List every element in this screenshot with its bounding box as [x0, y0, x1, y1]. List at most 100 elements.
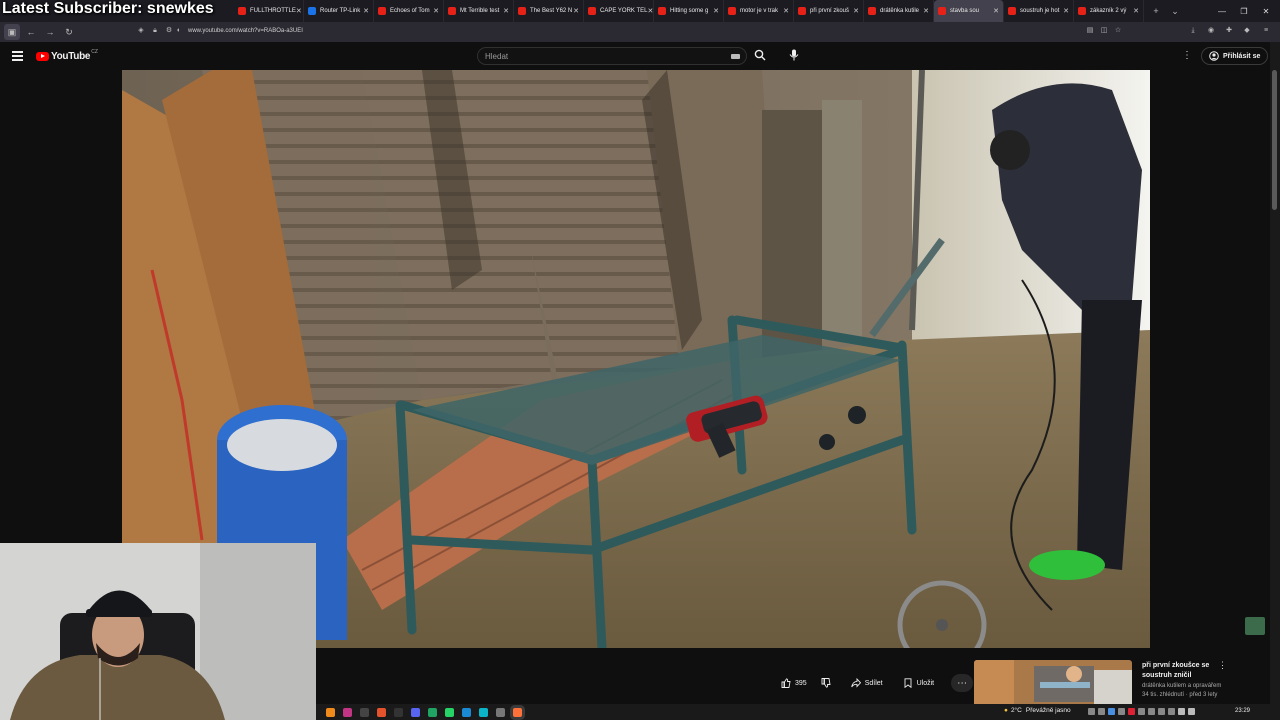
forward-icon[interactable]: →	[42, 24, 58, 40]
recommended-channel[interactable]: drátěnka kutilem a opravářem	[1142, 683, 1221, 689]
share-button[interactable]: Sdílet	[844, 674, 890, 692]
keyboard-icon[interactable]	[731, 54, 740, 59]
taskbar-app-icon[interactable]	[428, 707, 437, 717]
tray-icon[interactable]	[1168, 708, 1175, 715]
recommended-title[interactable]: při první zkoušce se soustruh zničil	[1142, 661, 1222, 681]
taskbar-app-icon[interactable]	[445, 707, 454, 717]
tab-4[interactable]: The Best Y62 N ✕	[514, 0, 584, 22]
recommended-meta: 34 tis. zhlédnutí · před 3 lety	[1142, 692, 1218, 698]
tab-close-icon[interactable]: ✕	[503, 7, 509, 15]
tab-1[interactable]: Router TP-Link ✕	[304, 0, 374, 22]
weather-widget[interactable]: ● 2°C Převážně jasno	[1004, 707, 1071, 714]
tab-close-icon[interactable]: ✕	[363, 7, 369, 15]
tab-favicon-icon	[658, 7, 666, 15]
tab-close-icon[interactable]: ✕	[296, 7, 302, 15]
tab-favicon-icon	[238, 7, 246, 15]
reader-view-icon[interactable]: ▤	[1086, 27, 1094, 35]
settings-menu-icon[interactable]: ⋮	[1182, 50, 1192, 61]
recommended-menu-icon[interactable]: ⋮	[1218, 660, 1227, 671]
tab-close-icon[interactable]: ✕	[993, 7, 999, 15]
voice-search-button[interactable]	[786, 47, 802, 63]
tracking-icon[interactable]: ◐	[175, 27, 183, 35]
tab-overflow-icon[interactable]: ⌄	[1167, 3, 1183, 19]
sign-in-label: Přihlásit se	[1223, 52, 1261, 60]
back-icon[interactable]: ←	[23, 24, 39, 40]
taskbar-app-firefox-icon[interactable]	[513, 707, 522, 717]
permissions-icon[interactable]: ⚙	[165, 27, 173, 35]
restore-icon[interactable]: ❐	[1233, 0, 1255, 22]
tray-icon[interactable]	[1138, 708, 1145, 715]
scrollbar-thumb[interactable]	[1272, 70, 1277, 210]
tab-close-icon[interactable]: ✕	[853, 7, 859, 15]
tab-close-icon[interactable]: ✕	[713, 7, 719, 15]
search-input[interactable]	[485, 52, 705, 61]
guide-menu-icon[interactable]	[12, 51, 23, 61]
more-actions-button[interactable]: ⋯	[951, 674, 974, 692]
tray-icon[interactable]	[1158, 708, 1165, 715]
tab-7[interactable]: motor je v trak ✕	[724, 0, 794, 22]
tab-8[interactable]: při první zkouš ✕	[794, 0, 864, 22]
shield-icon[interactable]: ◈	[137, 27, 145, 35]
tab-5[interactable]: CAPE YORK TEL ✕	[584, 0, 654, 22]
tab-favicon-icon	[1008, 7, 1016, 15]
sidebar-toggle-icon[interactable]: ▣	[4, 24, 20, 40]
volume-icon[interactable]	[1188, 708, 1195, 715]
taskbar-app-icon[interactable]	[479, 707, 488, 717]
minimize-icon[interactable]: —	[1211, 0, 1233, 22]
taskbar-app-icon[interactable]	[411, 707, 420, 717]
taskbar-app-brave-icon[interactable]	[377, 707, 386, 717]
youtube-logo[interactable]: YouTube CZ	[36, 49, 98, 62]
taskbar-app-obs-icon[interactable]	[496, 707, 505, 717]
taskbar-clock[interactable]: 23:29	[1235, 708, 1250, 714]
save-button[interactable]: Uložit	[896, 674, 942, 692]
tray-icon[interactable]	[1148, 708, 1155, 715]
tab-9[interactable]: drátěnka kutile ✕	[864, 0, 934, 22]
tray-icon[interactable]	[1128, 708, 1135, 715]
tab-2[interactable]: Echoes of Tom ✕	[374, 0, 444, 22]
recommended-thumbnail[interactable]	[974, 660, 1132, 708]
pip-icon[interactable]: ◫	[1100, 27, 1108, 35]
app-menu-icon[interactable]: ≡	[1262, 27, 1270, 35]
url-field[interactable]: www.youtube.com/watch?v=RABOa-a3UEI	[188, 28, 303, 34]
tab-close-icon[interactable]: ✕	[1133, 7, 1139, 15]
extension-icon[interactable]: ◆	[1243, 27, 1251, 35]
wifi-icon[interactable]	[1178, 708, 1185, 715]
tab-close-icon[interactable]: ✕	[433, 7, 439, 15]
taskbar-app-instagram-icon[interactable]	[343, 707, 352, 717]
tab-close-icon[interactable]: ✕	[647, 7, 653, 15]
tab-12[interactable]: zákazník 2 vý ✕	[1074, 0, 1144, 22]
chat-overlay-icon[interactable]	[1245, 617, 1265, 635]
search-button[interactable]	[752, 47, 768, 63]
tray-icon[interactable]	[1098, 708, 1105, 715]
close-window-icon[interactable]: ✕	[1255, 0, 1277, 22]
downloads-icon[interactable]: ⤓	[1189, 27, 1197, 35]
sign-in-button[interactable]: Přihlásit se	[1201, 47, 1269, 65]
bookmark-star-icon[interactable]: ☆	[1114, 27, 1122, 35]
tab-close-icon[interactable]: ✕	[783, 7, 789, 15]
thumbs-up-icon	[781, 678, 791, 688]
tray-icon[interactable]	[1108, 708, 1115, 715]
reload-icon[interactable]: ↻	[61, 24, 77, 40]
tab-10[interactable]: stavba sou ✕	[934, 0, 1004, 22]
account-icon[interactable]: ◉	[1207, 27, 1215, 35]
new-tab-button[interactable]: +	[1148, 3, 1164, 19]
tab-close-icon[interactable]: ✕	[923, 7, 929, 15]
taskbar-app-vlc-icon[interactable]	[326, 707, 335, 717]
tab-11[interactable]: soustruh je hot ✕	[1004, 0, 1074, 22]
tab-close-icon[interactable]: ✕	[573, 7, 579, 15]
extensions-icon[interactable]: ✚	[1225, 27, 1233, 35]
taskbar-app-icon[interactable]	[394, 707, 403, 717]
tab-6[interactable]: Hitting some g ✕	[654, 0, 724, 22]
like-button[interactable]: 395	[774, 674, 814, 692]
tab-list: FULLTHROTTLE ✕ Router TP-Link ✕ Echoes of To…	[234, 0, 1144, 22]
dislike-button[interactable]	[814, 674, 838, 692]
tab-close-icon[interactable]: ✕	[1063, 7, 1069, 15]
save-label: Uložit	[916, 679, 935, 687]
taskbar-app-icon[interactable]	[360, 707, 369, 717]
lock-icon[interactable]: 🔒︎	[151, 27, 159, 35]
tray-icon[interactable]	[1088, 708, 1095, 715]
tab-3[interactable]: Mt Terrible test ✕	[444, 0, 514, 22]
taskbar-app-edge-icon[interactable]	[462, 707, 471, 717]
tab-0[interactable]: FULLTHROTTLE ✕	[234, 0, 304, 22]
tray-icon[interactable]	[1118, 708, 1125, 715]
